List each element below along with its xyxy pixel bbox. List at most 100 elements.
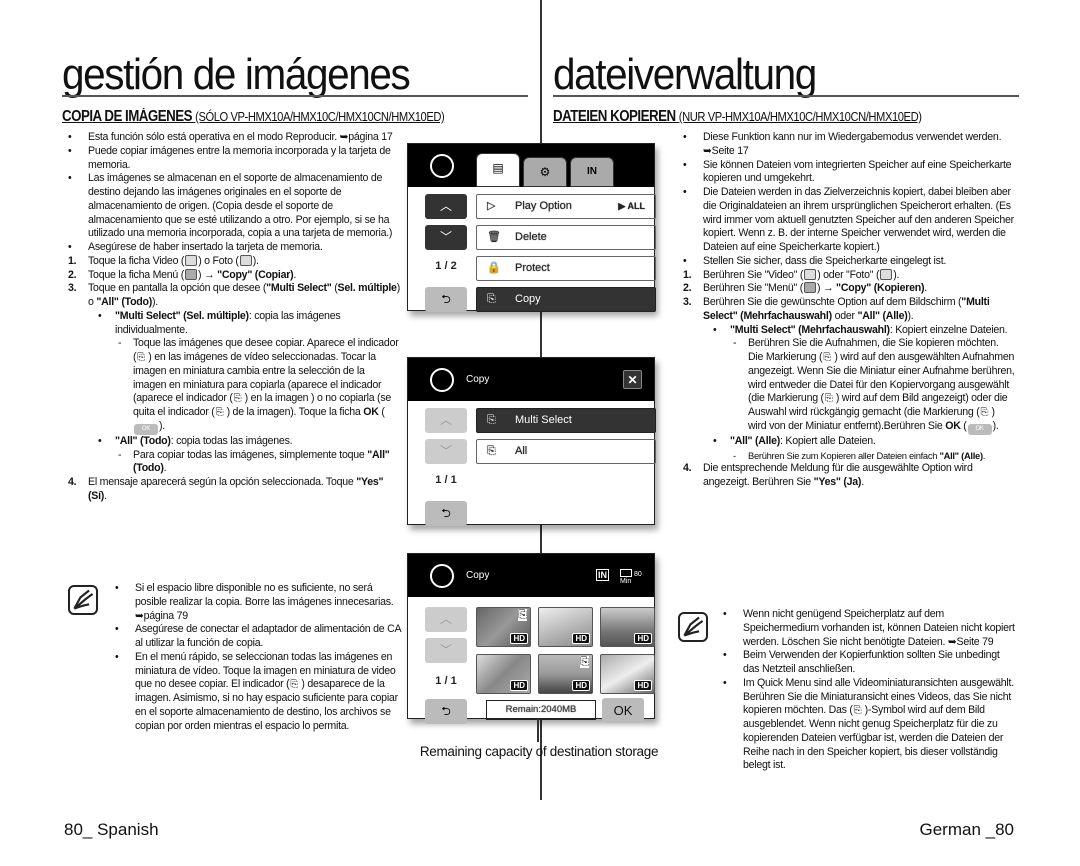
screen-title: Copy (466, 570, 490, 581)
item-text: Las imágenes se almacenan en el soporte … (88, 172, 392, 239)
tab-storage[interactable]: IN (570, 157, 614, 187)
item-text: Berühren Sie die gewünschte Option auf d… (703, 296, 990, 322)
list-marker: • (68, 144, 72, 157)
copy-indicator-icon: ⎘ (290, 679, 299, 691)
list-marker: • (115, 623, 119, 636)
callout-line (537, 718, 539, 742)
scroll-down-button[interactable]: ﹀ (425, 225, 467, 250)
scroll-down-button[interactable]: ﹀ (425, 638, 467, 663)
scroll-down-button[interactable]: ﹀ (425, 439, 467, 464)
select-all-icon: ⎘ (487, 445, 496, 457)
text-run: ). (159, 419, 165, 432)
copy-option-screen: Copy ✕ ︿ ﹀ 1 / 1 ⮌ ⎘ Multi Select ⎘ All (407, 357, 656, 526)
bold-text: Sel. múltiple (337, 282, 397, 295)
list-marker: 1. (683, 268, 692, 281)
copy-indicator-icon: ⎘ (824, 393, 833, 405)
text-run: El mensaje aparecerá según la opción sel… (88, 476, 357, 488)
copy-icon: ⎘ (487, 293, 496, 305)
text-run: ). (893, 268, 900, 281)
text-run: oder (831, 309, 858, 322)
back-button[interactable]: ⮌ (425, 501, 467, 526)
tab-menu[interactable]: ▤ (476, 153, 520, 187)
thumbnail[interactable]: ⎘ HD (476, 607, 531, 647)
item-text: Diese Funktion kann nur im Wiedergabemod… (703, 131, 1002, 157)
callout-caption: Remaining capacity of destination storag… (419, 744, 659, 759)
thumbnail[interactable]: HD (600, 654, 655, 694)
list-marker: • (98, 309, 102, 322)
text-run: Berühren Sie die gewünschte Option auf d… (703, 296, 962, 308)
text-run: Las imágenes se almacenan en el soporte … (88, 172, 393, 240)
thumbnail[interactable]: HD (600, 607, 655, 647)
item-text: Beim Verwenden der Kopierfunktion sollte… (743, 649, 1000, 675)
thumbnail[interactable]: HD (538, 607, 593, 647)
list-marker: - (118, 337, 122, 350)
list-item: • Wenn nicht genügend Speicherplatz auf d… (723, 608, 1018, 649)
list-marker: - (118, 448, 122, 461)
scroll-up-button[interactable]: ︿ (425, 607, 467, 632)
text-run: ). (992, 419, 999, 432)
gear-icon: ⚙ (539, 165, 551, 179)
item-text: Toque en pantalla la opción que desee ("… (88, 282, 400, 308)
note-icon (68, 585, 98, 615)
video-mode-icon (430, 368, 454, 392)
back-button[interactable]: ⮌ (425, 287, 467, 312)
screen-title: Copy (466, 374, 490, 385)
item-text: Berühren Sie "Menü" () → "Copy" (Kopiere… (703, 282, 927, 294)
menu-item-label: Play Option (515, 200, 572, 212)
item-text: Berühren Sie "Video" () oder "Foto" (). (703, 268, 900, 281)
list-marker: • (713, 434, 717, 447)
item-text: "Multi Select" (Mehrfachauswahl): Kopier… (730, 323, 1008, 336)
menu-item-all[interactable]: ⎘ All (476, 439, 656, 464)
menu-item-copy[interactable]: ⎘ Copy (476, 287, 656, 312)
video-icon (804, 268, 817, 280)
menu-screen: ▤ ⚙ IN ︿ ﹀ 1 / 2 ⮌ ▷ Play Option ▶ ALL 🗑 Del… (407, 143, 656, 312)
scroll-up-button[interactable]: ︿ (425, 194, 467, 219)
hd-badge: HD (572, 633, 590, 644)
tab-settings[interactable]: ⚙ (523, 157, 567, 187)
page-title-german: dateiverwaltung (553, 50, 817, 99)
bold-text: "All" (Todo) (96, 296, 153, 308)
list-marker: • (683, 254, 687, 267)
back-button[interactable]: ⮌ (425, 699, 467, 724)
thumbnail[interactable]: HD (476, 654, 531, 694)
text-run: . (163, 462, 167, 475)
ok-button[interactable]: OK (602, 698, 644, 723)
multi-select-icon: ⎘ (487, 414, 496, 426)
list-marker: • (723, 608, 727, 620)
text-run: Berühren Sie "Video" ( (703, 268, 804, 281)
menu-item-multi-select[interactable]: ⎘ Multi Select (476, 408, 656, 433)
list-marker: • (683, 186, 687, 198)
page-footer-german: German _80 (919, 820, 1015, 839)
copy-indicator-icon: ⎘ (823, 352, 832, 363)
menu-item-delete[interactable]: 🗑 Delete (476, 225, 656, 250)
list-marker: • (115, 582, 119, 594)
note-icon (678, 612, 708, 642)
list-item: • Si el espacio libre disponible no es su… (115, 582, 405, 623)
bold-text: "All" (Alle) (730, 434, 781, 447)
menu-item-protect[interactable]: 🔒 Protect (476, 256, 656, 281)
menu-item-label: Multi Select (515, 414, 572, 426)
menu-item-label: Copy (515, 293, 541, 305)
bold-text: "All" (Alle) (857, 309, 908, 322)
text-run: Asegúrese de conectar el adaptador de al… (135, 623, 401, 649)
thumbnail[interactable]: ⎘ HD (538, 654, 593, 694)
item-text: Die Dateien werden in das Zielverzeichni… (703, 186, 1014, 253)
list-item: • Die Dateien werden in das Zielverzeichn… (683, 186, 1015, 255)
menu-icon (185, 268, 198, 280)
list-marker: • (713, 323, 717, 336)
copy-indicator-icon: ⎘ (518, 609, 527, 621)
scroll-up-button[interactable]: ︿ (425, 408, 467, 433)
item-text: Toque las imágenes que desee copiar. Apa… (133, 337, 399, 435)
text-run: : Kopiert einzelne Dateien. (889, 323, 1008, 336)
list-item: • Esta función sólo está operativa en el … (68, 131, 400, 145)
close-button[interactable]: ✕ (623, 370, 642, 389)
list-item: • Stellen Sie sicher, dass die Speicherka… (683, 255, 1015, 269)
list-marker: • (68, 131, 72, 143)
text-run: ). (152, 296, 159, 308)
menu-item-play-option[interactable]: ▷ Play Option ▶ ALL (476, 194, 656, 219)
remaining-capacity: Remain:2040MB (486, 700, 596, 720)
section-title-german: DATEIEN KOPIEREN (NUR VP-HMX10A/HMX10C/H… (553, 108, 922, 126)
bold-text: "Copy" (Copiar) (217, 268, 294, 281)
item-text: Stellen Sie sicher, dass die Speicherkar… (703, 255, 946, 267)
item-text: Wenn nicht genügend Speicherplatz auf de… (743, 608, 1015, 648)
